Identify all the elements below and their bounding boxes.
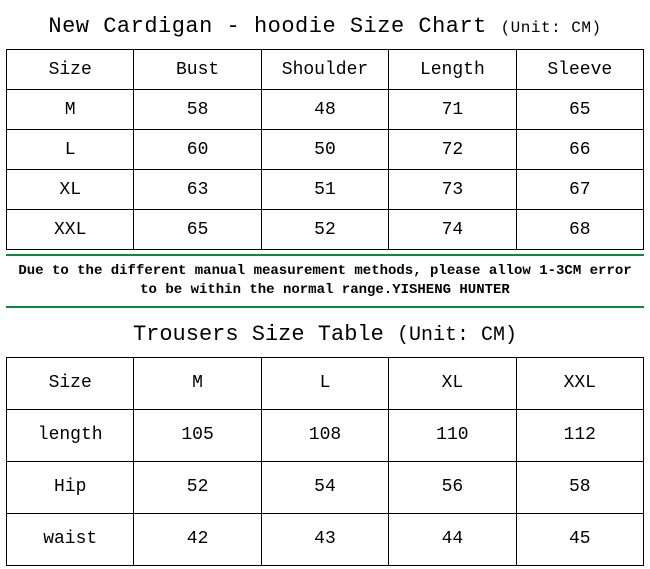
cell: 43 [261, 513, 388, 565]
header-cell: Size [7, 357, 134, 409]
trousers-size-table: Size M L XL XXL length 105 108 110 112 H… [6, 357, 644, 566]
table-row: XL 63 51 73 67 [7, 170, 644, 210]
cell: XXL [7, 210, 134, 250]
cell: 58 [516, 461, 643, 513]
cell: 71 [389, 90, 516, 130]
cell: M [7, 90, 134, 130]
header-cell: XXL [516, 357, 643, 409]
trousers-chart-title: Trousers Size Table (Unit: CM) [0, 308, 650, 357]
trousers-title-text: Trousers Size Table [133, 322, 384, 347]
cell: 60 [134, 130, 261, 170]
cell: 66 [516, 130, 643, 170]
header-cell: L [261, 357, 388, 409]
cell: waist [7, 513, 134, 565]
header-cell: Size [7, 50, 134, 90]
hoodie-title-text: New Cardigan - hoodie Size Chart [48, 14, 486, 39]
cell: 67 [516, 170, 643, 210]
cell: 65 [516, 90, 643, 130]
cell: 74 [389, 210, 516, 250]
cell: 52 [134, 461, 261, 513]
cell: 63 [134, 170, 261, 210]
table-row: waist 42 43 44 45 [7, 513, 644, 565]
header-cell: M [134, 357, 261, 409]
cell: 50 [261, 130, 388, 170]
measurement-note-container: Due to the different manual measurement … [6, 254, 644, 308]
cell: 45 [516, 513, 643, 565]
table-row: L 60 50 72 66 [7, 130, 644, 170]
table-row: Size Bust Shoulder Length Sleeve [7, 50, 644, 90]
cell: length [7, 409, 134, 461]
header-cell: Sleeve [516, 50, 643, 90]
cell: 73 [389, 170, 516, 210]
cell: 65 [134, 210, 261, 250]
cell: L [7, 130, 134, 170]
cell: 56 [389, 461, 516, 513]
header-cell: Bust [134, 50, 261, 90]
cell: 58 [134, 90, 261, 130]
cell: 51 [261, 170, 388, 210]
cell: Hip [7, 461, 134, 513]
cell: 54 [261, 461, 388, 513]
cell: 52 [261, 210, 388, 250]
cell: 44 [389, 513, 516, 565]
cell: XL [7, 170, 134, 210]
header-cell: XL [389, 357, 516, 409]
hoodie-size-table: Size Bust Shoulder Length Sleeve M 58 48… [6, 49, 644, 250]
cell: 108 [261, 409, 388, 461]
table-row: Hip 52 54 56 58 [7, 461, 644, 513]
table-row: Size M L XL XXL [7, 357, 644, 409]
header-cell: Shoulder [261, 50, 388, 90]
table-row: M 58 48 71 65 [7, 90, 644, 130]
measurement-note: Due to the different manual measurement … [16, 262, 634, 300]
table-row: XXL 65 52 74 68 [7, 210, 644, 250]
cell: 105 [134, 409, 261, 461]
cell: 110 [389, 409, 516, 461]
cell: 42 [134, 513, 261, 565]
table-row: length 105 108 110 112 [7, 409, 644, 461]
hoodie-chart-title: New Cardigan - hoodie Size Chart (Unit: … [0, 0, 650, 49]
cell: 72 [389, 130, 516, 170]
cell: 48 [261, 90, 388, 130]
trousers-title-unit: (Unit: CM) [397, 324, 517, 347]
header-cell: Length [389, 50, 516, 90]
cell: 68 [516, 210, 643, 250]
hoodie-title-unit: (Unit: CM) [501, 19, 602, 37]
cell: 112 [516, 409, 643, 461]
